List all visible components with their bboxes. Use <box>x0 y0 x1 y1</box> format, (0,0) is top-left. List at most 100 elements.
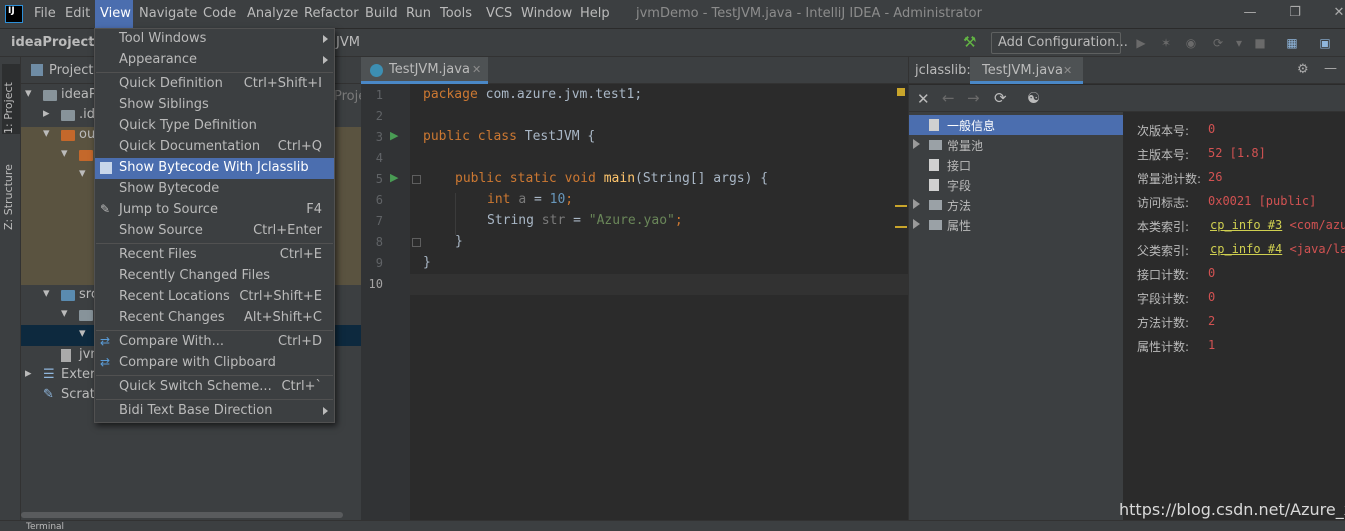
breadcrumb-file[interactable]: JVM <box>336 35 360 50</box>
info-value: 2 <box>1208 314 1216 328</box>
menu-help[interactable]: Help <box>580 6 610 21</box>
info-key: 本类索引: <box>1137 220 1190 234</box>
menu-view[interactable]: View <box>95 0 133 29</box>
coverage-icon[interactable]: ◉ <box>1183 35 1199 51</box>
forward-arrow-icon[interactable]: → <box>967 89 980 107</box>
bytecode-icon <box>100 162 112 174</box>
close-tab-icon[interactable]: ✕ <box>1063 64 1072 77</box>
menu-item-bidi-text-direction[interactable]: Bidi Text Base Direction <box>95 401 334 422</box>
project-structure-icon[interactable]: ▦ <box>1284 35 1300 51</box>
compare-icon: ⇄ <box>100 334 111 348</box>
chevron-right-icon <box>913 219 920 229</box>
menu-item-jump-to-source[interactable]: ✎ Jump to Source F4 <box>95 200 334 221</box>
hide-panel-icon[interactable]: — <box>1324 61 1337 76</box>
menu-item-appearance[interactable]: Appearance <box>95 50 334 71</box>
back-arrow-icon[interactable]: ← <box>942 89 955 107</box>
fold-icon[interactable] <box>412 175 421 184</box>
code-line-5[interactable]: public static void main(String[] args) { <box>455 171 768 186</box>
jclasslib-tab-label[interactable]: TestJVM.java <box>982 63 1063 78</box>
menu-item-recent-files[interactable]: Recent Files Ctrl+E <box>95 245 334 266</box>
run-gutter-icon[interactable]: ▶ <box>390 129 398 142</box>
menu-refactor[interactable]: Refactor <box>304 6 359 21</box>
menu-item-show-bytecode[interactable]: Show Bytecode <box>95 179 334 200</box>
menu-item-recent-locations[interactable]: Recent Locations Ctrl+Shift+E <box>95 287 334 308</box>
code-line-1[interactable]: package com.azure.jvm.test1; <box>423 87 642 102</box>
refresh-icon[interactable]: ⟳ <box>994 89 1007 107</box>
code-line-3[interactable]: public class TestJVM { <box>423 129 595 144</box>
fold-icon[interactable] <box>412 238 421 247</box>
bottom-tool-bar <box>0 520 1345 531</box>
jclasslib-tree-item-interfaces[interactable]: 接口 <box>909 155 1123 175</box>
info-key: 主版本号: <box>1137 148 1190 162</box>
close-icon[interactable]: ✕ <box>917 90 930 108</box>
terminal-tab[interactable]: Terminal <box>26 522 64 531</box>
menu-item-compare-with[interactable]: ⇄ Compare With... Ctrl+D <box>95 332 334 353</box>
menu-item-recently-changed-files[interactable]: Recently Changed Files <box>95 266 334 287</box>
submenu-arrow-icon <box>323 407 328 415</box>
menu-run[interactable]: Run <box>406 6 431 21</box>
line-number: 2 <box>375 109 383 123</box>
breadcrumb-project[interactable]: ideaProject <box>11 35 94 50</box>
tool-tab-structure[interactable]: Z: Structure <box>2 150 20 230</box>
build-hammer-icon[interactable]: ⚒ <box>963 33 976 51</box>
debug-icon[interactable]: ✶ <box>1158 35 1174 51</box>
restore-icon[interactable]: ❐ <box>1281 2 1309 24</box>
tool-tab-project[interactable]: 1: Project <box>2 64 20 134</box>
folder-icon <box>79 310 93 321</box>
menu-item-show-source[interactable]: Show Source Ctrl+Enter <box>95 221 334 242</box>
info-key: 父类索引: <box>1137 244 1190 258</box>
terminal-layout-icon[interactable]: ▣ <box>1317 35 1333 51</box>
menu-edit[interactable]: Edit <box>65 6 90 21</box>
menu-window[interactable]: Window <box>521 6 572 21</box>
horizontal-scrollbar[interactable] <box>21 512 343 518</box>
menu-item-tool-windows[interactable]: Tool Windows <box>95 29 334 50</box>
chevron-down-icon[interactable]: ▾ <box>1231 35 1247 51</box>
menu-file[interactable]: File <box>34 6 56 21</box>
close-window-icon[interactable]: ✕ <box>1325 2 1345 24</box>
project-panel-title[interactable]: Project <box>49 63 93 78</box>
jclasslib-tree-item-fields[interactable]: 字段 <box>909 175 1123 195</box>
cp-info-link[interactable]: cp_info #4 <box>1210 242 1282 256</box>
stop-icon[interactable]: ■ <box>1252 35 1268 51</box>
menu-navigate[interactable]: Navigate <box>139 6 197 21</box>
run-icon[interactable]: ▶ <box>1133 35 1149 51</box>
compare-icon: ⇄ <box>100 355 111 369</box>
add-configuration-button[interactable]: Add Configuration... <box>991 32 1128 54</box>
menu-analyze[interactable]: Analyze <box>247 6 298 21</box>
jclasslib-tree-item-constant-pool[interactable]: 常量池 <box>909 135 1123 155</box>
info-key: 次版本号: <box>1137 124 1190 138</box>
info-value: 52 [1.8] <box>1208 146 1266 160</box>
folder-icon <box>61 130 75 141</box>
code-line-7[interactable]: String str = "Azure.yao"; <box>487 213 683 228</box>
warning-stripe[interactable] <box>895 205 907 207</box>
menu-item-quick-documentation[interactable]: Quick Documentation Ctrl+Q <box>95 137 334 158</box>
warning-stripe[interactable] <box>895 226 907 228</box>
code-line-9[interactable]: } <box>423 255 431 270</box>
run-gutter-icon[interactable]: ▶ <box>390 171 398 184</box>
gear-icon[interactable]: ⚙ <box>1297 62 1309 77</box>
menu-item-quick-type-definition[interactable]: Quick Type Definition <box>95 116 334 137</box>
profile-icon[interactable]: ⟳ <box>1210 35 1226 51</box>
menu-item-quick-definition[interactable]: Quick Definition Ctrl+Shift+I <box>95 74 334 95</box>
code-line-8[interactable]: } <box>455 234 463 249</box>
folder-icon <box>79 150 93 161</box>
globe-icon[interactable]: ☯ <box>1027 89 1040 107</box>
menu-code[interactable]: Code <box>203 6 236 21</box>
cp-info-link[interactable]: cp_info #3 <box>1210 218 1282 232</box>
menu-vcs[interactable]: VCS <box>486 6 512 21</box>
warning-indicator-icon[interactable] <box>897 88 905 96</box>
jclasslib-tree-item-attributes[interactable]: 属性 <box>909 215 1123 235</box>
menu-item-quick-switch-scheme[interactable]: Quick Switch Scheme... Ctrl+` <box>95 377 334 398</box>
jclasslib-tree-item-general[interactable]: 一般信息 <box>909 115 1123 135</box>
menu-item-show-bytecode-jclasslib[interactable]: Show Bytecode With Jclasslib <box>95 158 334 179</box>
jclasslib-tree-item-methods[interactable]: 方法 <box>909 195 1123 215</box>
menu-build[interactable]: Build <box>365 6 398 21</box>
menu-item-compare-with-clipboard[interactable]: ⇄ Compare with Clipboard <box>95 353 334 374</box>
info-key: 接口计数: <box>1137 268 1190 282</box>
menu-item-show-siblings[interactable]: Show Siblings <box>95 95 334 116</box>
minimize-icon[interactable]: — <box>1236 2 1264 24</box>
code-line-6[interactable]: int a = 10; <box>487 192 573 207</box>
close-tab-icon[interactable]: ✕ <box>472 63 481 76</box>
menu-tools[interactable]: Tools <box>440 6 472 21</box>
menu-item-recent-changes[interactable]: Recent Changes Alt+Shift+C <box>95 308 334 329</box>
